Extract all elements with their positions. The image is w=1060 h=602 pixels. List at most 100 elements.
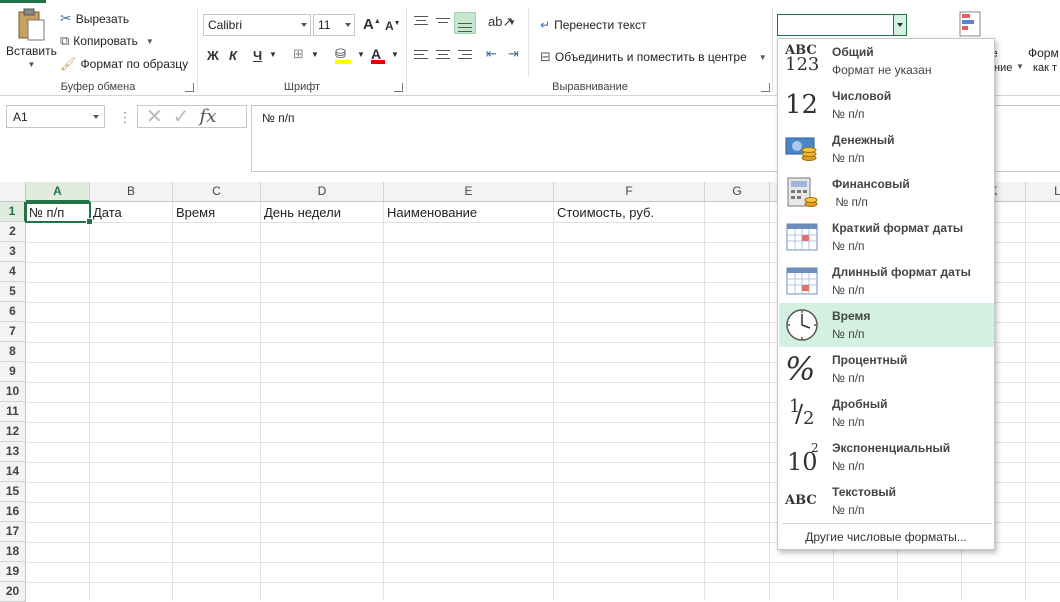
chevron-down-icon[interactable]: ▼ bbox=[357, 50, 365, 59]
cell-b1[interactable]: Дата bbox=[90, 203, 172, 222]
cell-f1[interactable]: Стоимость, руб. bbox=[554, 203, 704, 222]
wrap-text-label: Перенести текст bbox=[554, 18, 647, 32]
grid-line bbox=[26, 562, 1060, 563]
active-cell-selection[interactable] bbox=[25, 202, 93, 225]
row-header[interactable]: 13 bbox=[0, 442, 26, 462]
copy-button[interactable]: ⧉ Копировать ▼ bbox=[60, 33, 154, 49]
format-painter-button[interactable]: 🖌 Формат по образцу bbox=[60, 56, 188, 72]
cancel-icon[interactable]: ✕ bbox=[146, 104, 163, 129]
format-item-accounting[interactable]: Финансовый № п/п bbox=[779, 171, 994, 215]
font-color-button[interactable]: A bbox=[371, 46, 385, 64]
row-header[interactable]: 8 bbox=[0, 342, 26, 362]
row-header[interactable]: 15 bbox=[0, 482, 26, 502]
chevron-down-icon[interactable]: ▼ bbox=[269, 50, 277, 59]
chevron-down-icon[interactable]: ▼ bbox=[1016, 62, 1024, 71]
format-item-long-date[interactable]: Длинный формат даты № п/п bbox=[779, 259, 994, 303]
more-dots-icon[interactable]: ⋮ bbox=[118, 109, 132, 126]
row-header[interactable]: 12 bbox=[0, 422, 26, 442]
align-middle-icon[interactable] bbox=[436, 14, 450, 28]
row-header[interactable]: 16 bbox=[0, 502, 26, 522]
font-name-combo[interactable]: Calibri bbox=[203, 14, 311, 36]
cell-d1[interactable]: День недели bbox=[261, 203, 383, 222]
format-item-scientific[interactable]: 10 2 Экспоненциальный № п/п bbox=[779, 435, 994, 479]
percent-icon: % bbox=[785, 350, 816, 388]
merge-center-button[interactable]: ⊟ Объединить и поместить в центре ▼ bbox=[540, 49, 767, 65]
number-12-icon: 12 bbox=[785, 90, 819, 120]
row-header[interactable]: 10 bbox=[0, 382, 26, 402]
row-header[interactable]: 1 bbox=[0, 202, 26, 222]
chevron-down-icon[interactable]: ▼ bbox=[508, 18, 516, 27]
format-as-table-label[interactable]: Форм bbox=[1028, 46, 1059, 60]
format-item-number[interactable]: 12 Числовой № п/п bbox=[779, 83, 994, 127]
row-header[interactable]: 6 bbox=[0, 302, 26, 322]
format-item-currency[interactable]: Денежный № п/п bbox=[779, 127, 994, 171]
format-item-fraction[interactable]: 1 / 2 Дробный № п/п bbox=[779, 391, 994, 435]
wrap-text-button[interactable]: ↵ Перенести текст bbox=[540, 18, 646, 32]
chevron-down-icon[interactable]: ▼ bbox=[391, 50, 399, 59]
format-item-text[interactable]: ABC Текстовый № п/п bbox=[779, 479, 994, 523]
format-item-percent[interactable]: % Процентный № п/п bbox=[779, 347, 994, 391]
column-header[interactable]: B bbox=[90, 182, 173, 202]
row-header[interactable]: 17 bbox=[0, 522, 26, 542]
name-box[interactable]: A1 bbox=[6, 105, 105, 128]
format-item-short-date[interactable]: Краткий формат даты № п/п bbox=[779, 215, 994, 259]
confirm-icon[interactable]: ✓ bbox=[173, 104, 190, 129]
more-number-formats-link[interactable]: Другие числовые форматы... bbox=[778, 530, 994, 544]
row-header[interactable]: 14 bbox=[0, 462, 26, 482]
alignment-launcher-icon[interactable] bbox=[761, 83, 770, 92]
increase-indent-icon[interactable]: ⇥ bbox=[508, 46, 519, 62]
grow-font-icon: A bbox=[363, 16, 374, 33]
cut-button[interactable]: ✂ Вырезать bbox=[60, 10, 129, 27]
format-as-table-label-2[interactable]: как т bbox=[1033, 62, 1057, 74]
row-header[interactable]: 3 bbox=[0, 242, 26, 262]
row-header[interactable]: 9 bbox=[0, 362, 26, 382]
row-header[interactable]: 18 bbox=[0, 542, 26, 562]
borders-icon[interactable]: ⊞ bbox=[293, 46, 304, 62]
paste-button[interactable]: Вставить ▼ bbox=[6, 8, 57, 69]
chevron-down-icon[interactable]: ▼ bbox=[27, 60, 35, 69]
cell-e1[interactable]: Наименование bbox=[384, 203, 553, 222]
column-header[interactable]: G bbox=[705, 182, 770, 202]
underline-button[interactable]: Ч bbox=[253, 48, 262, 63]
select-all-corner[interactable] bbox=[0, 182, 26, 202]
format-name: Время bbox=[832, 309, 871, 323]
number-format-dropdown-button[interactable] bbox=[893, 15, 906, 35]
column-header[interactable]: E bbox=[384, 182, 554, 202]
grow-font-button[interactable]: A▲ bbox=[363, 16, 381, 33]
function-icon[interactable]: fx bbox=[200, 106, 217, 127]
fill-color-button[interactable]: ⛁ bbox=[335, 46, 351, 64]
align-left-icon[interactable] bbox=[414, 50, 428, 62]
cell-c1[interactable]: Время bbox=[173, 203, 260, 222]
font-launcher-icon[interactable] bbox=[394, 83, 403, 92]
row-header[interactable]: 2 bbox=[0, 222, 26, 242]
column-header[interactable]: A bbox=[26, 182, 90, 202]
row-header[interactable]: 5 bbox=[0, 282, 26, 302]
conditional-format-icon[interactable] bbox=[956, 10, 986, 38]
row-header[interactable]: 20 bbox=[0, 582, 26, 602]
chevron-down-icon[interactable]: ▼ bbox=[146, 37, 154, 46]
chevron-down-icon[interactable]: ▼ bbox=[311, 50, 319, 59]
align-right-icon[interactable] bbox=[458, 50, 472, 62]
font-size-combo[interactable]: 11 bbox=[313, 14, 355, 36]
chevron-down-icon[interactable]: ▼ bbox=[759, 53, 767, 62]
align-center-icon[interactable] bbox=[436, 50, 450, 62]
font-group: Calibri 11 A▲ A▼ Ж К Ч ▼ ⊞ ▼ ⛁ ▼ A ▼ Шри… bbox=[199, 0, 405, 96]
align-bottom-icon[interactable] bbox=[454, 12, 476, 34]
column-header[interactable]: C bbox=[173, 182, 261, 202]
row-header[interactable]: 7 bbox=[0, 322, 26, 342]
row-header[interactable]: 19 bbox=[0, 562, 26, 582]
column-header[interactable]: L bbox=[1026, 182, 1060, 202]
decrease-indent-icon[interactable]: ⇤ bbox=[486, 46, 497, 62]
bold-button[interactable]: Ж bbox=[207, 48, 219, 63]
italic-button[interactable]: К bbox=[229, 48, 237, 63]
row-header[interactable]: 11 bbox=[0, 402, 26, 422]
number-format-combo[interactable] bbox=[777, 14, 907, 36]
format-item-general[interactable]: ABC 123 Общий Формат не указан bbox=[779, 39, 994, 83]
shrink-font-button[interactable]: A▼ bbox=[385, 19, 401, 33]
clipboard-launcher-icon[interactable] bbox=[185, 83, 194, 92]
row-header[interactable]: 4 bbox=[0, 262, 26, 282]
format-item-time[interactable]: Время № п/п bbox=[779, 303, 994, 347]
align-top-icon[interactable] bbox=[414, 14, 428, 28]
column-header[interactable]: F bbox=[554, 182, 705, 202]
column-header[interactable]: D bbox=[261, 182, 384, 202]
